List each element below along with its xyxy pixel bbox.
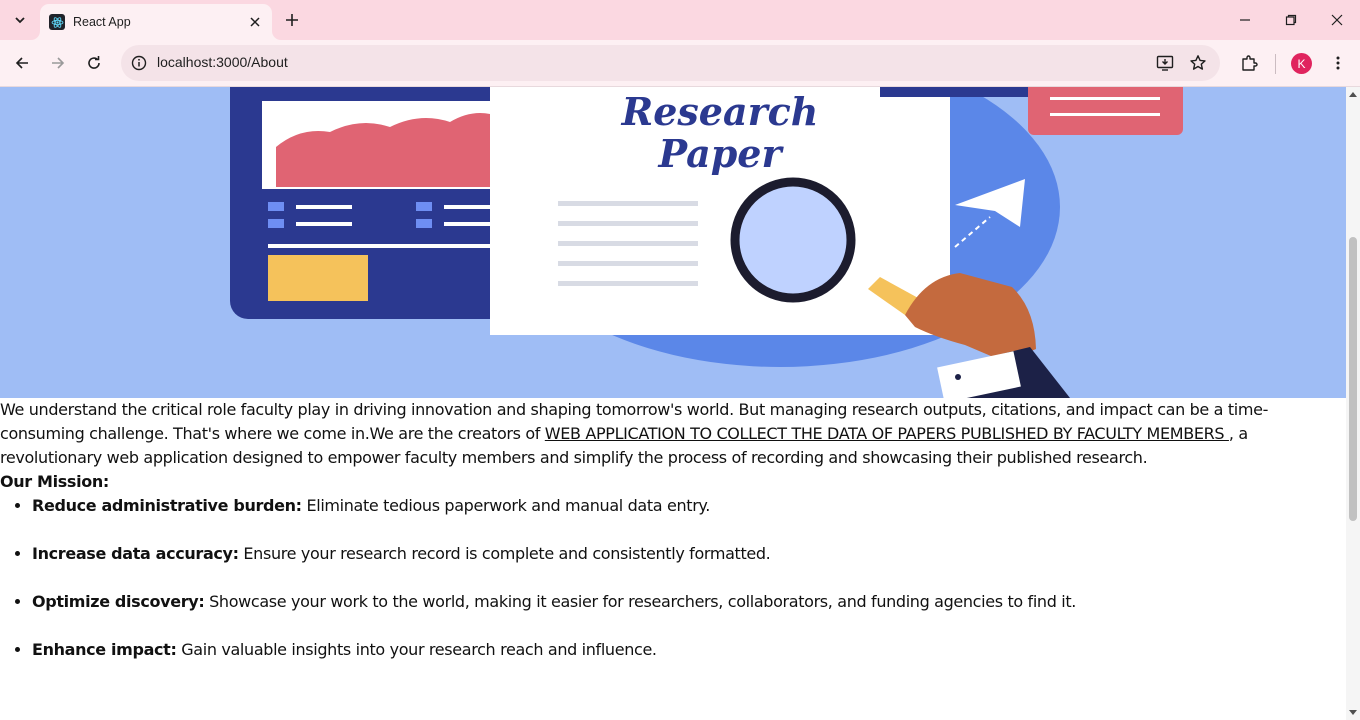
menu-button[interactable] [1323, 48, 1353, 78]
hero-text-line2: Paper [658, 131, 785, 176]
more-vertical-icon [1336, 56, 1340, 70]
mission-item-text: Ensure your research record is complete … [238, 544, 771, 563]
scrollbar-thumb[interactable] [1349, 237, 1357, 521]
research-paper-hero-image: Research Paper [0, 87, 1346, 398]
app-name-link[interactable]: WEB APPLICATION TO COLLECT THE DATA OF P… [545, 424, 1229, 443]
mission-item-title: Reduce administrative burden: [32, 496, 302, 515]
bookmark-star-icon[interactable] [1186, 51, 1210, 75]
active-tab[interactable]: React App [40, 4, 272, 40]
reload-icon [88, 56, 100, 69]
mission-item-text: Showcase your work to the world, making … [204, 592, 1077, 611]
scroll-down-arrow-icon[interactable] [1349, 708, 1357, 716]
about-content: We understand the critical role faculty … [0, 398, 1346, 686]
extensions-button[interactable] [1234, 48, 1264, 78]
profile-avatar[interactable]: K [1291, 53, 1312, 74]
site-info-icon[interactable] [127, 51, 151, 75]
close-window-button[interactable] [1314, 0, 1360, 40]
page-scrollbar[interactable] [1346, 87, 1360, 720]
mission-item-text: Gain valuable insights into your researc… [176, 640, 657, 659]
tab-search-button[interactable] [6, 6, 34, 34]
restore-icon [1285, 14, 1297, 26]
mission-heading: Our Mission: [0, 472, 109, 491]
tab-close-button[interactable] [245, 12, 265, 32]
mission-item-text: Eliminate tedious paperwork and manual d… [301, 496, 710, 515]
close-icon [1331, 14, 1343, 26]
mission-item: Optimize discovery: Showcase your work t… [32, 590, 1346, 614]
tab-strip: React App [0, 0, 1360, 40]
browser-toolbar: localhost:3000/About K [0, 40, 1360, 87]
reload-button[interactable] [79, 48, 109, 78]
hero-text-line1: Research [621, 89, 819, 134]
minimize-icon [1240, 19, 1250, 21]
mission-item: Enhance impact: Gain valuable insights i… [32, 638, 1346, 662]
mission-item-title: Enhance impact: [32, 640, 177, 659]
arrow-left-icon [15, 57, 28, 69]
tab-title: React App [73, 15, 131, 29]
url-text[interactable]: localhost:3000/About [157, 54, 288, 70]
page-viewport: Research Paper We understand the critica… [0, 87, 1346, 720]
mission-list: Reduce administrative burden: Eliminate … [0, 494, 1346, 662]
close-icon [250, 17, 260, 27]
toolbar-separator [1275, 54, 1276, 74]
mission-item: Increase data accuracy: Ensure your rese… [32, 542, 1346, 566]
back-button[interactable] [7, 48, 37, 78]
install-app-icon[interactable] [1153, 51, 1177, 75]
mission-item-title: Optimize discovery: [32, 592, 205, 611]
intro-paragraph: We understand the critical role faculty … [0, 398, 1346, 470]
new-tab-button[interactable] [280, 8, 304, 32]
arrow-right-icon [52, 57, 65, 69]
chevron-down-icon [15, 17, 25, 24]
restore-button[interactable] [1268, 0, 1314, 40]
scroll-up-arrow-icon[interactable] [1349, 91, 1357, 99]
mission-item: Reduce administrative burden: Eliminate … [32, 494, 1346, 518]
forward-button[interactable] [43, 48, 73, 78]
react-logo-icon [49, 14, 65, 30]
plus-icon [286, 14, 298, 26]
minimize-button[interactable] [1222, 0, 1268, 40]
mission-item-title: Increase data accuracy: [32, 544, 239, 563]
address-bar[interactable]: localhost:3000/About [121, 45, 1220, 81]
puzzle-icon [1242, 55, 1258, 71]
